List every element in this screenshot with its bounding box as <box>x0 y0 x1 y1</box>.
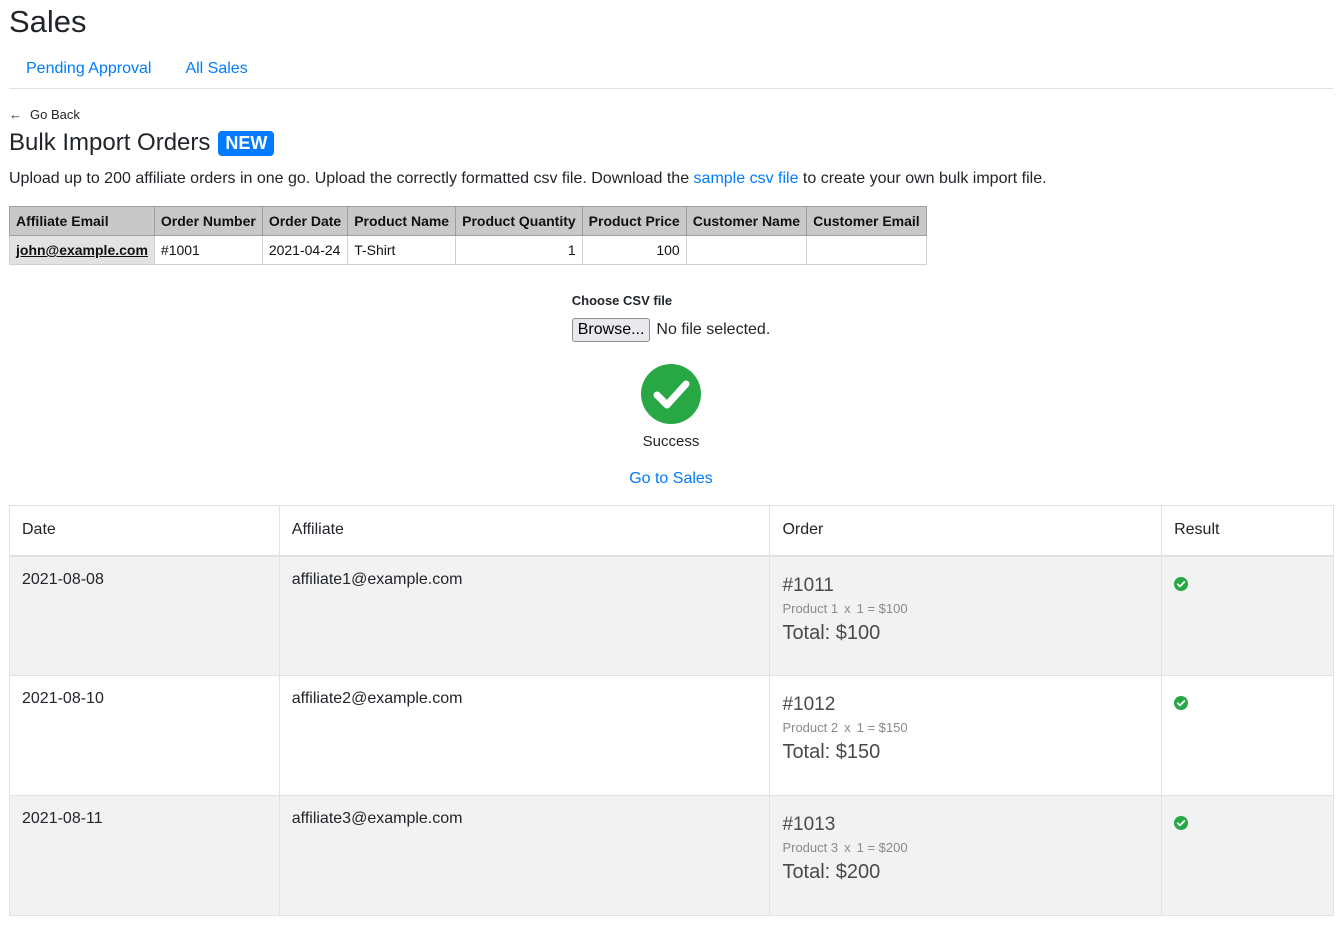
go-to-sales-link[interactable]: Go to Sales <box>629 470 713 488</box>
file-status: No file selected. <box>656 321 771 338</box>
row-date: 2021-08-10 <box>9 675 280 796</box>
csv-file-label: Choose CSV file <box>571 293 673 308</box>
sample-cell: 2021-04-24 <box>261 235 349 265</box>
product-name: Product 2 <box>782 720 839 735</box>
sample-header-cell: Customer Email <box>806 206 927 236</box>
tab-pending-approval[interactable]: Pending Approval <box>9 54 168 88</box>
qty-separator: x <box>844 600 851 616</box>
tab-all-sales[interactable]: All Sales <box>168 54 264 88</box>
line-amount: = $150 <box>867 720 908 735</box>
product-qty: 1 <box>856 600 864 616</box>
order-number: #1012 <box>782 694 836 715</box>
success-text: Success <box>642 433 700 450</box>
row-result <box>1161 555 1334 676</box>
go-back-label: Go Back <box>30 107 80 122</box>
header-order: Order <box>769 505 1163 557</box>
sample-header-cell: Affiliate Email <box>9 206 155 236</box>
intro-after: to create your own bulk import file. <box>798 170 1047 187</box>
check-circle-icon <box>1174 576 1189 591</box>
file-input: Browse... No file selected. <box>571 318 771 342</box>
section-title: Bulk Import Orders <box>9 129 211 156</box>
check-circle-icon <box>1174 696 1189 710</box>
results-header-row: Date Affiliate Order Result <box>9 505 1334 557</box>
table-row: 2021-08-10 affiliate2@example.com #1012 … <box>9 675 1334 796</box>
sample-header-cell: Product Quantity <box>455 206 583 236</box>
row-order: #1011 Product 1 x1 = $100 Total: $100 <box>769 555 1163 676</box>
sample-cell <box>806 235 927 265</box>
success-check-icon <box>641 364 701 424</box>
row-affiliate: affiliate3@example.com <box>278 795 771 916</box>
line-amount: = $100 <box>867 600 908 616</box>
product-qty: 1 <box>856 720 864 735</box>
row-date: 2021-08-08 <box>9 555 280 676</box>
new-badge: NEW <box>218 130 275 156</box>
sample-format-table: Affiliate Email Order Number Order Date … <box>9 206 927 265</box>
sample-header-cell: Order Date <box>261 206 349 236</box>
arrow-left-icon: ← <box>9 107 22 122</box>
order-line-item: Product 3 x1 = $200 <box>782 840 1149 855</box>
intro-text: Upload up to 200 affiliate orders in one… <box>9 168 1333 190</box>
row-date: 2021-08-11 <box>9 795 280 916</box>
order-total: Total: $200 <box>782 861 881 883</box>
check-circle-icon <box>1174 816 1189 830</box>
sales-tabs: Pending Approval All Sales <box>9 54 1333 89</box>
row-order: #1012 Product 2 x1 = $150 Total: $150 <box>769 675 1163 796</box>
sample-cell: 1 <box>455 235 583 265</box>
line-amount: = $200 <box>867 840 908 855</box>
order-line-item: Product 2 x1 = $150 <box>782 720 1149 735</box>
order-number: #1013 <box>782 814 836 835</box>
page: Sales Pending Approval All Sales ← Go Ba… <box>0 0 1341 916</box>
success-status: Success Go to Sales <box>9 364 1333 488</box>
sample-cell: #1001 <box>153 235 263 265</box>
product-qty: 1 <box>856 840 864 855</box>
sample-header-cell: Customer Name <box>685 206 808 236</box>
import-results-table: Date Affiliate Order Result 2021-08-08 a… <box>9 505 1334 916</box>
header-date: Date <box>9 505 280 557</box>
sample-header-row: Affiliate Email Order Number Order Date … <box>9 206 927 236</box>
qty-separator: x <box>844 720 851 735</box>
sample-cell <box>685 235 808 265</box>
row-result <box>1161 675 1334 796</box>
sample-cell: john@example.com <box>9 235 155 265</box>
header-affiliate: Affiliate <box>278 505 771 557</box>
order-total: Total: $150 <box>782 741 881 763</box>
table-row: 2021-08-11 affiliate3@example.com #1013 … <box>9 795 1334 916</box>
sample-header-cell: Product Price <box>581 206 687 236</box>
order-line-item: Product 1 x1 = $100 <box>782 601 1149 616</box>
page-title: Sales <box>9 4 87 39</box>
row-order: #1013 Product 3 x1 = $200 Total: $200 <box>769 795 1163 916</box>
order-number: #1011 <box>782 574 834 596</box>
row-affiliate: affiliate2@example.com <box>278 675 771 796</box>
table-row: 2021-08-08 affiliate1@example.com #1011 … <box>9 555 1334 676</box>
intro-before: Upload up to 200 affiliate orders in one… <box>9 170 694 187</box>
bulk-title-row: Bulk Import Orders NEW <box>9 128 1333 158</box>
product-name: Product 3 <box>782 840 839 855</box>
header-result: Result <box>1161 505 1334 557</box>
qty-separator: x <box>844 840 851 855</box>
sample-csv-link[interactable]: sample csv file <box>694 170 799 187</box>
order-total: Total: $100 <box>782 621 881 644</box>
sample-cell: T-Shirt <box>347 235 457 265</box>
upload-section: Choose CSV file Browse... No file select… <box>9 293 1333 342</box>
go-back-link[interactable]: ← Go Back <box>9 107 1333 122</box>
sample-cell: 100 <box>581 235 687 265</box>
row-affiliate: affiliate1@example.com <box>278 555 771 676</box>
product-name: Product 1 <box>782 600 839 616</box>
row-result <box>1161 795 1334 916</box>
upload-form: Choose CSV file Browse... No file select… <box>571 293 771 342</box>
sample-header-cell: Product Name <box>347 206 457 236</box>
sample-row: john@example.com #1001 2021-04-24 T-Shir… <box>9 235 927 265</box>
sample-header-cell: Order Number <box>153 206 263 236</box>
browse-button[interactable]: Browse... <box>571 318 651 342</box>
